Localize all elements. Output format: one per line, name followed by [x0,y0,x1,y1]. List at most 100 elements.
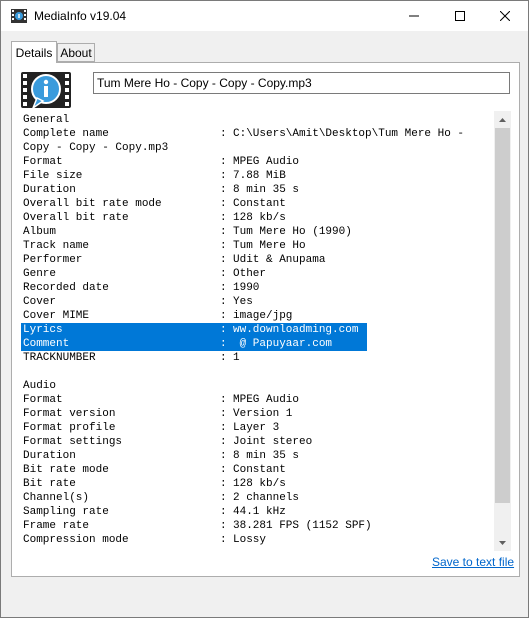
info-separator: : [220,310,227,322]
info-key: Copy - Copy - Copy.mp3 [23,142,169,154]
tab-details[interactable]: Details [11,41,57,63]
info-value: 1 [233,352,240,364]
info-value: 1990 [233,282,260,294]
info-row: Format: MPEG Audio [21,155,491,169]
info-row: Frame rate:38.281 FPS (1152 SPF) [21,519,491,533]
info-key: Recorded date [23,282,109,294]
info-row: Track name: Tum Mere Ho [21,239,491,253]
info-value: 2 channels [233,492,300,504]
info-row: Bit rate:128 kb/s [21,477,491,491]
info-row: Duration:8 min 35 s [21,183,491,197]
info-separator: : [220,450,227,462]
maximize-button[interactable] [437,1,483,31]
minimize-icon [409,15,419,17]
info-value: Yes [233,296,253,308]
info-key: Cover [23,296,57,308]
info-key: Bit rate mode [23,464,109,476]
info-key: Track name [23,240,90,252]
minimize-button[interactable] [391,1,437,31]
info-key: Format version [23,408,116,420]
info-separator: : [220,212,227,224]
info-row: Format profile: Layer 3 [21,421,491,435]
info-value: MPEG Audio [233,156,300,168]
info-key: Format settings [23,436,123,448]
scrollbar-thumb[interactable] [495,128,510,503]
info-row: Cover MIME: image/jpg [21,309,491,323]
save-to-text-file-link[interactable]: Save to text file [432,555,514,569]
info-separator: : [220,506,227,518]
info-value: Layer 3 [233,422,280,434]
file-path-field[interactable] [93,72,510,94]
info-value: Tum Mere Ho (1990) [233,226,352,238]
info-row: Duration:8 min 35 s [21,449,491,463]
close-icon [500,11,510,21]
info-key: Compression mode [23,534,129,546]
info-separator: : [220,394,227,406]
info-key: Overall bit rate mode [23,198,162,210]
info-key: Format profile [23,422,116,434]
tab-about[interactable]: About [57,43,95,62]
info-value: 44.1 kHz [233,506,286,518]
info-key: Cover MIME [23,310,90,322]
info-separator: : [220,268,227,280]
media-info-text[interactable]: General Complete name: C:\Users\Amit\Deskt… [21,111,493,551]
window-title: MediaInfo v19.04 [34,9,127,23]
info-separator: : [220,156,227,168]
info-separator: : [220,352,227,364]
info-value: Lossy [233,534,267,546]
info-separator: : [220,128,227,140]
info-row: Format: MPEG Audio [21,393,491,407]
info-row: Copy - Copy - Copy.mp3 [21,141,491,155]
title-bar[interactable]: MediaInfo v19.04 [1,1,528,31]
info-key: Genre [23,268,57,280]
info-row: Sampling rate:44.1 kHz [21,505,491,519]
info-key: General [23,114,70,126]
info-value: 128 kb/s [233,212,286,224]
scroll-down-arrow-icon [499,540,506,545]
info-value: Constant [233,198,286,210]
info-key: Complete name [23,128,109,140]
info-key: Format [23,394,63,406]
info-key: Overall bit rate [23,212,129,224]
info-value: Udit & Anupama [233,254,326,266]
info-separator: : [220,184,227,196]
close-button[interactable] [482,1,528,31]
info-separator: : [220,534,227,546]
info-row: Overall bit rate:128 kb/s [21,211,491,225]
info-key: Sampling rate [23,506,109,518]
info-row: Comment: @ Papuyaar.com [21,337,367,351]
scroll-down-button[interactable] [494,534,511,551]
info-row: Format version: Version 1 [21,407,491,421]
info-separator: : [220,464,227,476]
info-key: Channel(s) [23,492,90,504]
info-separator: : [220,296,227,308]
info-separator: : [220,422,227,434]
info-separator: : [220,492,227,504]
info-row: Performer: Udit & Anupama [21,253,491,267]
mediainfo-window: MediaInfo v19.04 Details About General Co… [0,0,529,618]
info-row: TRACKNUMBER:1 [21,351,491,365]
info-separator: : [220,324,227,336]
info-value: MPEG Audio [233,394,300,406]
info-key: Performer [23,254,83,266]
mediainfo-logo-icon [21,72,71,110]
scroll-up-button[interactable] [494,111,511,128]
info-separator: : [220,240,227,252]
info-key: Comment [23,338,70,350]
info-value: 8 min 35 s [233,184,300,196]
info-value: 8 min 35 s [233,450,300,462]
info-value: Joint stereo [233,436,313,448]
info-value: ww.downloadming.com [233,324,359,336]
info-separator: : [220,254,227,266]
info-row: Lyrics: ww.downloadming.com [21,323,367,337]
scroll-up-arrow-icon [499,117,506,122]
info-key: Bit rate [23,478,76,490]
info-separator: : [220,198,227,210]
info-value: 7.88 MiB [233,170,286,182]
info-row: General [21,113,491,127]
info-row: Compression mode: Lossy [21,533,491,547]
info-row: Album: Tum Mere Ho (1990) [21,225,491,239]
info-value: Constant [233,464,286,476]
vertical-scrollbar[interactable] [494,111,511,551]
info-row: Recorded date:1990 [21,281,491,295]
